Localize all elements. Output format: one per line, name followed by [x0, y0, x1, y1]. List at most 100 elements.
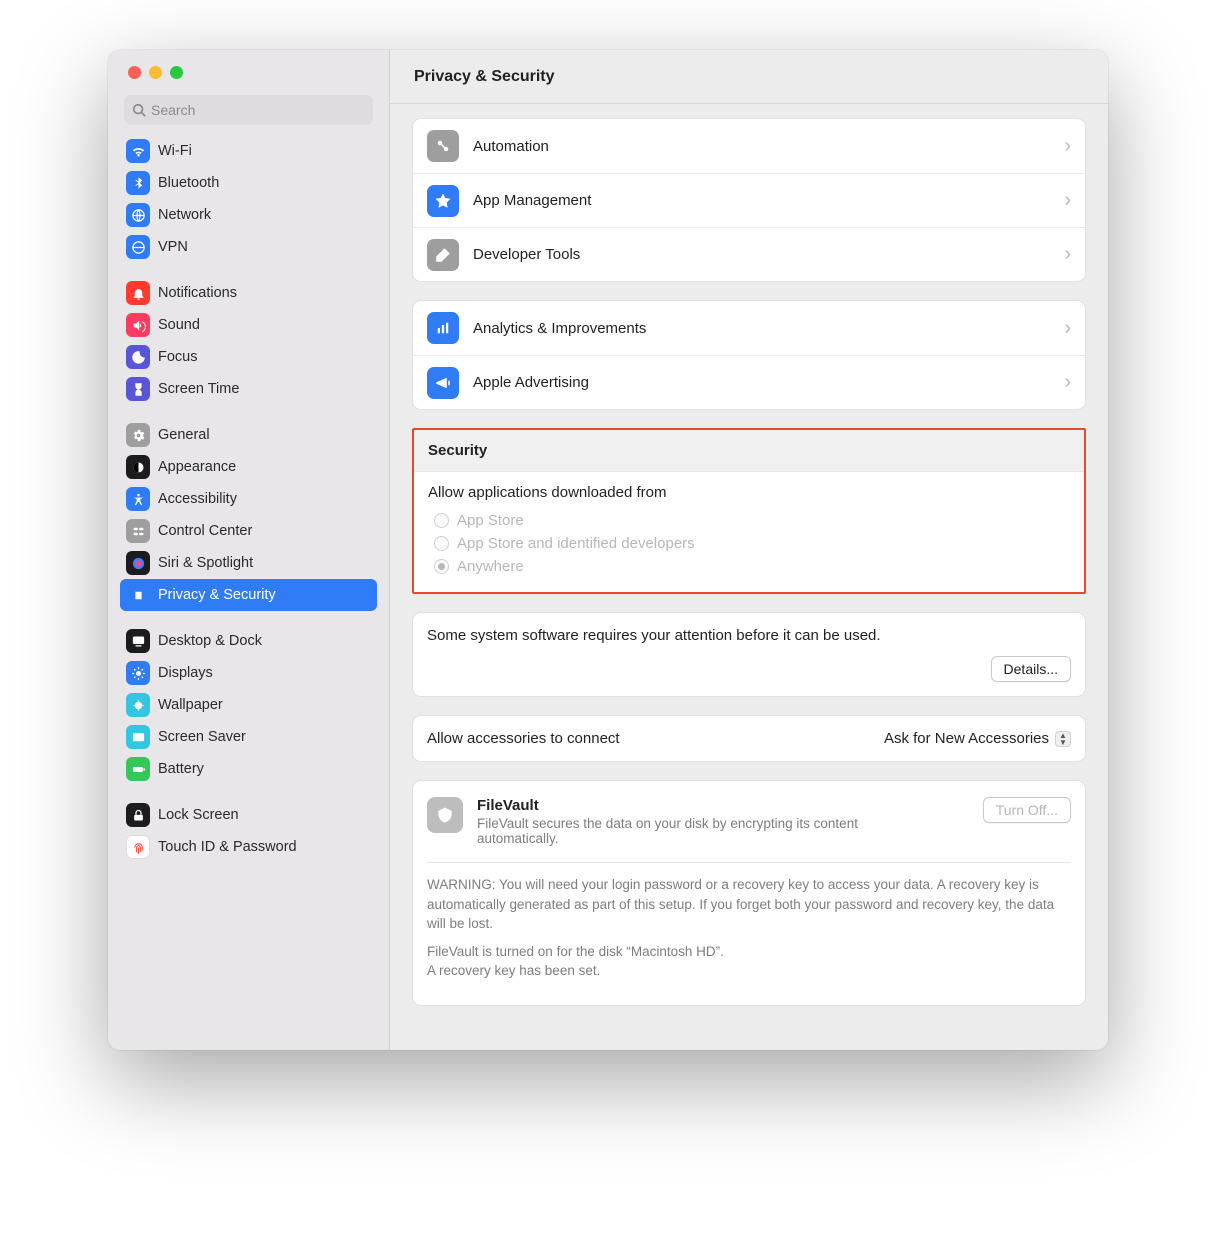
details-button[interactable]: Details...: [991, 656, 1071, 682]
touch-id-icon: [126, 835, 150, 859]
sidebar-item-label: General: [158, 427, 210, 443]
privacy-security-icon: [126, 583, 150, 607]
sidebar-item-label: Privacy & Security: [158, 587, 276, 603]
sidebar-item-siri-spotlight[interactable]: Siri & Spotlight: [120, 547, 377, 579]
nav-row-label: Apple Advertising: [473, 374, 1050, 391]
lock-screen-icon: [126, 803, 150, 827]
sidebar-item-battery[interactable]: Battery: [120, 753, 377, 785]
radio-label: App Store: [457, 512, 524, 529]
filevault-icon: [427, 797, 463, 833]
nav-row-analytics[interactable]: Analytics & Improvements ›: [413, 301, 1085, 355]
sidebar-item-label: Desktop & Dock: [158, 633, 262, 649]
allow-apps-label: Allow applications downloaded from: [428, 484, 1070, 501]
sidebar-item-label: Wi-Fi: [158, 143, 192, 159]
sidebar-item-wallpaper[interactable]: Wallpaper: [120, 689, 377, 721]
nav-row-label: Automation: [473, 138, 1050, 155]
chevron-right-icon: ›: [1064, 317, 1071, 340]
notifications-icon: [126, 281, 150, 305]
filevault-turnoff-button[interactable]: Turn Off...: [983, 797, 1071, 823]
general-icon: [126, 423, 150, 447]
zoom-window-button[interactable]: [170, 66, 183, 79]
nav-row-automation[interactable]: Automation ›: [413, 119, 1085, 173]
radio-icon: [434, 559, 449, 574]
sidebar-item-focus[interactable]: Focus: [120, 341, 377, 373]
wifi-icon: [126, 139, 150, 163]
battery-icon: [126, 757, 150, 781]
security-header: Security: [414, 430, 1084, 472]
nav-row-label: App Management: [473, 192, 1050, 209]
sidebar-item-sound[interactable]: Sound: [120, 309, 377, 341]
sidebar-item-notifications[interactable]: Notifications: [120, 277, 377, 309]
accessories-value: Ask for New Accessories: [884, 730, 1049, 747]
allow-apps-option[interactable]: App Store and identified developers: [428, 532, 1070, 555]
main-pane: Privacy & Security Automation›App Manage…: [390, 50, 1108, 1050]
chevron-right-icon: ›: [1064, 243, 1071, 266]
chevron-right-icon: ›: [1064, 135, 1071, 158]
sidebar-item-label: Appearance: [158, 459, 236, 475]
sidebar: Search Wi-Fi Bluetooth Network VPN Notificat…: [108, 50, 390, 1050]
sidebar-item-label: Sound: [158, 317, 200, 333]
security-panel: Security Allow applications downloaded f…: [412, 428, 1086, 594]
screen-saver-icon: [126, 725, 150, 749]
search-placeholder: Search: [151, 102, 195, 118]
sidebar-item-label: VPN: [158, 239, 188, 255]
displays-icon: [126, 661, 150, 685]
analytics-icon: [427, 312, 459, 344]
radio-icon: [434, 536, 449, 551]
filevault-desc: FileVault secures the data on your disk …: [477, 816, 917, 846]
sidebar-item-touch-id[interactable]: Touch ID & Password: [120, 831, 377, 863]
search-input[interactable]: Search: [124, 95, 373, 125]
apple-advertising-icon: [427, 367, 459, 399]
sidebar-item-label: Accessibility: [158, 491, 237, 507]
attention-panel: Some system software requires your atten…: [412, 612, 1086, 697]
search-icon: [132, 103, 146, 117]
siri-spotlight-icon: [126, 551, 150, 575]
filevault-warning: WARNING: You will need your login passwo…: [427, 875, 1071, 981]
chevron-right-icon: ›: [1064, 371, 1071, 394]
nav-row-label: Developer Tools: [473, 246, 1050, 263]
close-window-button[interactable]: [128, 66, 141, 79]
appearance-icon: [126, 455, 150, 479]
sidebar-item-displays[interactable]: Displays: [120, 657, 377, 689]
sidebar-item-screen-saver[interactable]: Screen Saver: [120, 721, 377, 753]
sidebar-item-general[interactable]: General: [120, 419, 377, 451]
sidebar-item-label: Bluetooth: [158, 175, 219, 191]
allow-apps-option[interactable]: Anywhere: [428, 555, 1070, 578]
sidebar-item-label: Displays: [158, 665, 213, 681]
nav-row-apple-advertising[interactable]: Apple Advertising ›: [413, 355, 1085, 409]
sidebar-item-label: Focus: [158, 349, 198, 365]
network-icon: [126, 203, 150, 227]
nav-row-app-management[interactable]: App Management ›: [413, 173, 1085, 227]
desktop-dock-icon: [126, 629, 150, 653]
sidebar-item-control-center[interactable]: Control Center: [120, 515, 377, 547]
sidebar-item-label: Wallpaper: [158, 697, 223, 713]
sidebar-item-label: Network: [158, 207, 211, 223]
sidebar-item-screen-time[interactable]: Screen Time: [120, 373, 377, 405]
sidebar-item-label: Touch ID & Password: [158, 839, 297, 855]
nav-row-label: Analytics & Improvements: [473, 320, 1050, 337]
content-scroll[interactable]: Automation›App Management›Developer Tool…: [390, 104, 1108, 1050]
allow-apps-option[interactable]: App Store: [428, 509, 1070, 532]
sidebar-item-lock-screen[interactable]: Lock Screen: [120, 799, 377, 831]
chevron-right-icon: ›: [1064, 189, 1071, 212]
window-controls: [108, 50, 389, 91]
minimize-window-button[interactable]: [149, 66, 162, 79]
sidebar-item-desktop-dock[interactable]: Desktop & Dock: [120, 625, 377, 657]
control-center-icon: [126, 519, 150, 543]
vpn-icon: [126, 235, 150, 259]
wallpaper-icon: [126, 693, 150, 717]
sidebar-item-network[interactable]: Network: [120, 199, 377, 231]
sidebar-item-accessibility[interactable]: Accessibility: [120, 483, 377, 515]
sidebar-item-privacy-security[interactable]: Privacy & Security: [120, 579, 377, 611]
sidebar-item-wifi[interactable]: Wi-Fi: [120, 135, 377, 167]
sidebar-item-bluetooth[interactable]: Bluetooth: [120, 167, 377, 199]
sidebar-item-appearance[interactable]: Appearance: [120, 451, 377, 483]
accessories-popup[interactable]: Ask for New Accessories ▲▼: [884, 730, 1071, 747]
radio-label: App Store and identified developers: [457, 535, 695, 552]
accessibility-icon: [126, 487, 150, 511]
nav-row-developer-tools[interactable]: Developer Tools ›: [413, 227, 1085, 281]
accessories-row: Allow accessories to connect Ask for New…: [412, 715, 1086, 762]
radio-label: Anywhere: [457, 558, 524, 575]
focus-icon: [126, 345, 150, 369]
sidebar-item-vpn[interactable]: VPN: [120, 231, 377, 263]
